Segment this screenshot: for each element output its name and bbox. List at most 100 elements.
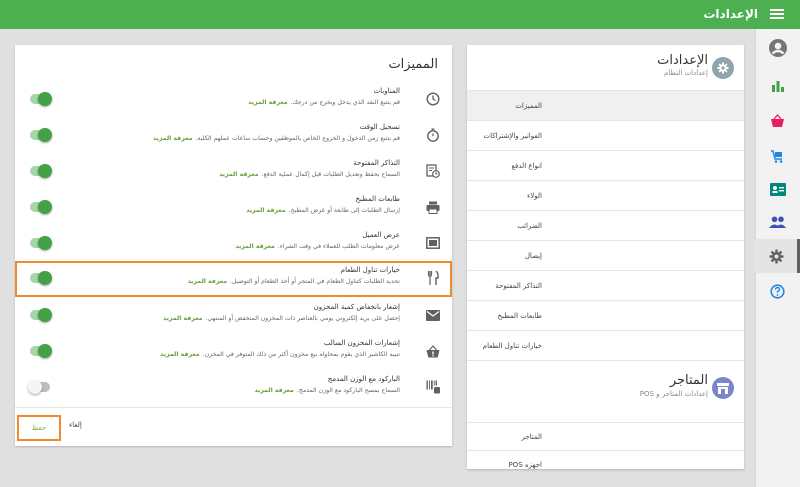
people-icon xyxy=(769,216,786,228)
settings-item-kitchen-printers[interactable]: طابعات المطبخ xyxy=(467,300,744,330)
settings-section-subtitle: إعدادات النظام xyxy=(663,69,708,77)
feature-description: إرسال الطلبات إلى طابعة أو عرض المطبخ.مع… xyxy=(246,207,400,214)
settings-item-dining-options[interactable]: خيارات تناول الطعام xyxy=(467,330,744,360)
feature-description: إحصل على بريد إلكتروني يومي بالعناصر ذات… xyxy=(163,315,400,322)
features-title: المميزات xyxy=(388,57,438,72)
learn-more-link[interactable]: معرفة المزيد xyxy=(254,387,293,394)
settings-item-features[interactable]: المميزات xyxy=(467,90,744,120)
ticket-clock-icon xyxy=(426,164,440,178)
stores-section-subtitle: إعدادات المتاجر و POS xyxy=(639,390,708,398)
learn-more-link[interactable]: معرفة المزيد xyxy=(188,278,227,285)
feature-description: تنبيه الكاشير الذي يقوم بمحاولة بيع مخزو… xyxy=(160,351,400,358)
learn-more-link[interactable]: معرفة المزيد xyxy=(246,207,285,214)
cancel-button[interactable]: إلغاء xyxy=(69,421,82,429)
feature-toggle-dining-options[interactable] xyxy=(30,271,52,285)
settings-item-label: انواع الدفع xyxy=(511,161,542,170)
feature-toggle-weight-barcode[interactable] xyxy=(28,380,50,394)
feature-description: قم بتتبع النقد الذي يدخل ويخرج من درجك.م… xyxy=(248,99,400,106)
warning-basket-icon xyxy=(426,344,440,358)
feature-name: طابعات المطبخ xyxy=(355,195,400,203)
feature-toggle-kitchen-printers[interactable] xyxy=(30,200,52,214)
feature-row-dining-options: خيارات تناول الطعام تحديد الطلبات كتناول… xyxy=(15,261,452,297)
printer-icon xyxy=(426,200,440,214)
features-card: المميزات المناوبات قم بتتبع النقد الذي ي… xyxy=(15,45,452,446)
feature-row-time-clock: تسجيل الوقت قم بتتبع زمن الدخول و الخروج… xyxy=(15,118,452,154)
settings-item-loyalty[interactable]: الولاء xyxy=(467,180,744,210)
bar-chart-icon xyxy=(771,81,784,92)
settings-item-label: الفواتير والإشتراكات xyxy=(483,131,543,140)
card-divider xyxy=(15,407,452,408)
settings-item-billing[interactable]: الفواتير والإشتراكات xyxy=(467,120,744,150)
gear-icon xyxy=(717,62,729,74)
stores-item-pos-devices[interactable]: اجهزه POS xyxy=(467,450,744,478)
navigation-rail xyxy=(755,29,800,487)
display-icon xyxy=(426,236,440,250)
feature-name: الباركود مع الوزن المدمج xyxy=(327,375,400,383)
settings-item-taxes[interactable]: الضرائب xyxy=(467,210,744,240)
storefront-icon xyxy=(717,382,729,394)
feature-row-customer-display: عرض العميل عرض معلومات الطلب للعملاء في … xyxy=(15,226,452,262)
feature-toggle-shifts[interactable] xyxy=(30,92,52,106)
feature-toggle-customer-display[interactable] xyxy=(30,236,52,250)
feature-toggle-low-stock[interactable] xyxy=(30,308,52,322)
feature-row-negative-stock: إشعارات المخزون السالب تنبيه الكاشير الذ… xyxy=(15,334,452,370)
learn-more-link[interactable]: معرفة المزيد xyxy=(235,243,274,250)
feature-row-kitchen-printers: طابعات المطبخ إرسال الطلبات إلى طابعة أو… xyxy=(15,190,452,226)
settings-menu-card: الإعدادات إعدادات النظام المميزات الفوات… xyxy=(467,45,744,469)
feature-toggle-negative-stock[interactable] xyxy=(30,344,52,358)
page-title: الإعدادات xyxy=(703,7,758,21)
rail-settings[interactable] xyxy=(755,239,800,273)
help-icon xyxy=(770,283,785,299)
settings-section-title: الإعدادات xyxy=(657,53,708,68)
stores-section-title: المتاجر xyxy=(669,373,708,388)
feature-description: قم بتتبع زمن الدخول و الخروج الخاص بالمو… xyxy=(152,135,400,142)
stores-item-label: اجهزه POS xyxy=(508,460,542,469)
rail-help[interactable] xyxy=(755,274,800,308)
feature-description: السماح بمسح الباركود مع الوزن المدمج.معر… xyxy=(254,387,400,394)
feature-name: عرض العميل xyxy=(362,231,400,239)
rail-sales[interactable] xyxy=(755,104,800,138)
feature-toggle-time-clock[interactable] xyxy=(30,128,52,142)
store-icon xyxy=(712,377,734,399)
feature-row-weight-barcode: الباركود مع الوزن المدمج السماح بمسح الب… xyxy=(15,370,452,406)
stores-item-stores[interactable]: المتاجر xyxy=(467,422,744,450)
account-circle-icon xyxy=(768,39,787,57)
learn-more-link[interactable]: معرفة المزيد xyxy=(163,315,202,322)
settings-item-label: المميزات xyxy=(515,101,542,110)
feature-row-shifts: المناوبات قم بتتبع النقد الذي يدخل ويخرج… xyxy=(15,82,452,118)
learn-more-link[interactable]: معرفة المزيد xyxy=(160,351,199,358)
settings-item-label: التذاكر المفتوحة xyxy=(495,281,542,290)
learn-more-link[interactable]: معرفة المزيد xyxy=(219,171,258,178)
learn-more-link[interactable]: معرفة المزيد xyxy=(248,99,287,106)
settings-item-payment-types[interactable]: انواع الدفع xyxy=(467,150,744,180)
settings-item-label: الضرائب xyxy=(517,221,542,230)
feature-name: خيارات تناول الطعام xyxy=(340,266,400,274)
save-button[interactable]: حفظ xyxy=(17,415,61,441)
rail-customers[interactable] xyxy=(755,172,800,206)
feature-toggle-open-tickets[interactable] xyxy=(30,164,52,178)
learn-more-link[interactable]: معرفة المزيد xyxy=(153,135,192,142)
mail-icon xyxy=(426,308,440,322)
feature-description: السماح بحفظ وتعديل الطلبات قبل إكمال عمل… xyxy=(219,171,400,178)
settings-item-receipt[interactable]: إيصال xyxy=(467,240,744,270)
feature-description: تحديد الطلبات كتناول الطعام في المتجر أو… xyxy=(187,278,400,285)
fork-knife-icon xyxy=(426,271,440,285)
rail-account[interactable] xyxy=(755,31,800,65)
hamburger-icon[interactable] xyxy=(770,7,784,21)
rail-items[interactable] xyxy=(755,139,800,173)
settings-item-label: خيارات تناول الطعام xyxy=(482,341,542,350)
rail-employees[interactable] xyxy=(755,205,800,239)
feature-name: إشعار بانخفاض كمية المخزون xyxy=(313,303,400,311)
contact-card-icon xyxy=(769,182,786,196)
settings-item-open-tickets[interactable]: التذاكر المفتوحة xyxy=(467,270,744,300)
rail-reports[interactable] xyxy=(755,69,800,103)
feature-row-open-tickets: التذاكر المفتوحة السماح بحفظ وتعديل الطل… xyxy=(15,154,452,190)
feature-name: تسجيل الوقت xyxy=(359,123,400,131)
stores-section-header: المتاجر إعدادات المتاجر و POS xyxy=(467,360,744,410)
settings-item-label: طابعات المطبخ xyxy=(497,311,542,320)
settings-section-header: الإعدادات إعدادات النظام xyxy=(467,45,744,89)
top-app-bar: الإعدادات xyxy=(0,0,800,29)
cart-icon xyxy=(771,149,783,163)
settings-item-label: الولاء xyxy=(527,191,542,200)
stopwatch-icon xyxy=(426,128,440,142)
